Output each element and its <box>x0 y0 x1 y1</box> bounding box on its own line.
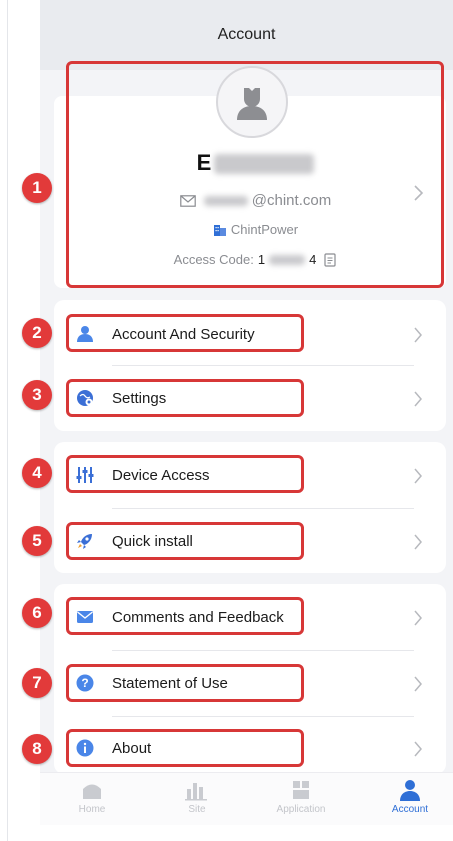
step-badge: 3 <box>22 380 52 410</box>
chevron-right-icon <box>414 534 422 550</box>
step-badge: 6 <box>22 598 52 628</box>
bar-chart-icon <box>185 783 207 801</box>
highlight-box-account-security <box>66 314 304 352</box>
highlight-box-settings <box>66 379 304 417</box>
page-title: Account <box>217 26 276 43</box>
step-badge: 7 <box>22 668 52 698</box>
step-badge: 2 <box>22 318 52 348</box>
chevron-right-icon <box>414 676 422 692</box>
highlight-box-about <box>66 729 304 767</box>
home-icon <box>83 784 101 799</box>
chevron-right-icon <box>414 391 422 407</box>
bottom-tab-bar: Home Site Application Account <box>40 772 453 825</box>
left-edge <box>0 0 8 841</box>
highlight-box-quick-install <box>66 522 304 560</box>
page-header: Account <box>40 0 453 70</box>
chevron-right-icon <box>414 741 422 757</box>
chevron-right-icon <box>414 468 422 484</box>
screen: Account E @chint.com ChintPower Access C… <box>0 0 453 841</box>
tab-site[interactable]: Site <box>147 779 247 815</box>
tab-application[interactable]: Application <box>251 779 351 815</box>
highlight-box-comments <box>66 597 304 635</box>
highlight-box-statement <box>66 664 304 702</box>
chevron-right-icon <box>414 610 422 626</box>
chevron-right-icon <box>414 327 422 343</box>
highlight-box-device-access <box>66 455 304 493</box>
step-badge: 1 <box>22 173 52 203</box>
tab-label: Account <box>391 804 429 815</box>
person-icon <box>400 780 420 801</box>
app-box-icon <box>293 781 309 799</box>
step-badge: 5 <box>22 526 52 556</box>
tab-label: Site <box>188 804 206 815</box>
step-badge: 4 <box>22 458 52 488</box>
highlight-box-profile <box>66 61 444 288</box>
tab-label: Home <box>78 804 106 815</box>
tab-label: Application <box>276 804 326 815</box>
tab-home[interactable]: Home <box>42 779 142 815</box>
step-badge: 8 <box>22 734 52 764</box>
tab-account[interactable]: Account <box>360 779 453 815</box>
